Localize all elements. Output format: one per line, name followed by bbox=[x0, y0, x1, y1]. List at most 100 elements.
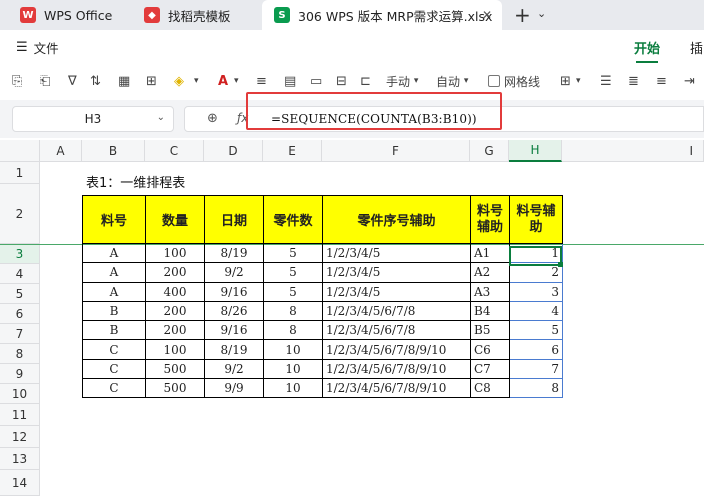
sort-icon[interactable]: ⇅ bbox=[90, 72, 101, 90]
spreadsheet-grid[interactable]: A B C D E F G H I 1 2 3 4 5 6 7 8 9 10 1… bbox=[0, 140, 704, 496]
filter-icon[interactable]: ∇ bbox=[68, 72, 77, 90]
table-cell[interactable]: 8 bbox=[263, 300, 323, 322]
row-header-11[interactable]: 11 bbox=[0, 404, 40, 426]
table-cell[interactable]: C bbox=[82, 339, 146, 360]
table-cell[interactable]: 10 bbox=[263, 339, 323, 360]
wrap-text-icon[interactable]: ≡ bbox=[256, 72, 267, 90]
table-cell[interactable]: A bbox=[82, 281, 146, 302]
tab-insert[interactable]: 插 bbox=[690, 38, 703, 57]
table-cell[interactable]: 5 bbox=[509, 320, 563, 341]
table-cell[interactable]: C bbox=[82, 358, 146, 380]
align-center-icon[interactable]: ≣ bbox=[628, 72, 639, 90]
table-cell[interactable]: 500 bbox=[145, 378, 205, 399]
name-box[interactable]: H3 ⌄ bbox=[12, 106, 174, 132]
auto-button[interactable]: 自动 ▾ bbox=[436, 72, 468, 90]
table-cell[interactable]: 1/2/3/4/5/6/7/8 bbox=[322, 300, 471, 322]
header-cell[interactable]: 料号 bbox=[82, 195, 146, 244]
close-icon[interactable]: ✕ bbox=[482, 8, 492, 22]
table-style-icon[interactable]: ⊞ bbox=[560, 72, 571, 90]
table-cell[interactable]: 100 bbox=[145, 242, 205, 264]
header-cell[interactable]: 料号辅助 bbox=[470, 195, 510, 244]
font-color-icon[interactable]: A bbox=[218, 72, 228, 90]
manual-button[interactable]: 手动 ▾ bbox=[386, 72, 418, 90]
table-cell[interactable]: A1 bbox=[470, 242, 510, 264]
header-cell[interactable]: 零件数 bbox=[263, 195, 323, 244]
table-cell[interactable]: 8/19 bbox=[204, 339, 264, 360]
table-cell[interactable]: A2 bbox=[470, 262, 510, 283]
row-header-7[interactable]: 7 bbox=[0, 324, 40, 344]
zoom-search-icon[interactable]: ⊕ bbox=[207, 111, 218, 126]
table-cell[interactable]: 200 bbox=[145, 320, 205, 341]
column-header-b[interactable]: B bbox=[82, 140, 145, 162]
column-header-i[interactable]: I bbox=[562, 140, 704, 162]
table-cell[interactable]: 8/19 bbox=[204, 242, 264, 264]
new-tab-plus-icon[interactable]: + bbox=[514, 3, 531, 27]
column-header-d[interactable]: D bbox=[204, 140, 263, 162]
table-cell[interactable]: B bbox=[82, 300, 146, 322]
row-header-8[interactable]: 8 bbox=[0, 344, 40, 364]
borders-icon[interactable]: ⊞ bbox=[146, 72, 157, 90]
tab-wps-office[interactable]: W WPS Office bbox=[8, 0, 126, 30]
table-cell[interactable]: 200 bbox=[145, 300, 205, 322]
tab-spreadsheet[interactable]: S 306 WPS 版本 MRP需求运算.xlsx ✕ bbox=[262, 0, 502, 30]
header-cell[interactable]: 数量 bbox=[145, 195, 205, 244]
table-cell[interactable]: 1/2/3/4/5/6/7/8/9/10 bbox=[322, 378, 471, 399]
paste-special-icon[interactable]: ⎗ bbox=[40, 72, 50, 90]
table-cell[interactable]: 1 bbox=[509, 242, 563, 264]
align-icon[interactable]: ☰ bbox=[600, 72, 612, 90]
row-header-9[interactable]: 9 bbox=[0, 364, 40, 384]
row-header-14[interactable]: 14 bbox=[0, 470, 40, 496]
tab-docer[interactable]: ◆ 找稻壳模板 bbox=[132, 0, 258, 30]
gridlines-checkbox[interactable] bbox=[488, 75, 500, 87]
row-header-5[interactable]: 5 bbox=[0, 284, 40, 304]
row-header-10[interactable]: 10 bbox=[0, 384, 40, 404]
table-cell[interactable]: B4 bbox=[470, 300, 510, 322]
gridlines-toggle[interactable]: 网格线 bbox=[488, 72, 540, 90]
column-header-c[interactable]: C bbox=[145, 140, 204, 162]
table-cell[interactable]: 100 bbox=[145, 339, 205, 360]
table-cell[interactable]: C8 bbox=[470, 378, 510, 399]
table-cell[interactable]: 1/2/3/4/5/6/7/8/9/10 bbox=[322, 358, 471, 380]
row-header-13[interactable]: 13 bbox=[0, 448, 40, 470]
fill-color-icon[interactable]: ◈ bbox=[174, 72, 184, 90]
column-header-h[interactable]: H bbox=[509, 140, 562, 162]
column-header-e[interactable]: E bbox=[263, 140, 322, 162]
row-col-icon[interactable]: ⊟ bbox=[336, 72, 347, 90]
table-cell[interactable]: 400 bbox=[145, 281, 205, 302]
table-cell[interactable]: 5 bbox=[263, 262, 323, 283]
table-cell[interactable]: 2 bbox=[509, 262, 563, 283]
format-painter-icon[interactable]: ⎘ bbox=[12, 72, 22, 90]
chevron-down-icon[interactable]: ⌄ bbox=[157, 112, 165, 123]
align-right-icon[interactable]: ≡ bbox=[656, 72, 667, 90]
table-cell[interactable]: 1/2/3/4/5 bbox=[322, 281, 471, 302]
row-header-3[interactable]: 3 bbox=[0, 244, 40, 264]
table-cell[interactable]: 8 bbox=[509, 378, 563, 399]
table-cell[interactable]: 5 bbox=[263, 281, 323, 302]
table-cell[interactable]: C bbox=[82, 378, 146, 399]
table-cell[interactable]: 500 bbox=[145, 358, 205, 380]
table-cell[interactable]: 4 bbox=[509, 300, 563, 322]
chevron-down-icon[interactable]: ▾ bbox=[576, 72, 581, 90]
table-cell[interactable]: A bbox=[82, 262, 146, 283]
insert-cells-icon[interactable]: ⊏ bbox=[360, 72, 371, 90]
table-cell[interactable]: 9/9 bbox=[204, 378, 264, 399]
table-cell[interactable]: C6 bbox=[470, 339, 510, 360]
file-menu-button[interactable]: ☰ 文件 bbox=[10, 36, 65, 58]
select-all-corner[interactable] bbox=[0, 140, 40, 162]
table-cell[interactable]: 3 bbox=[509, 281, 563, 302]
table-cell[interactable]: 8 bbox=[263, 320, 323, 341]
table-cell[interactable]: 7 bbox=[509, 358, 563, 380]
table-cell[interactable]: 1/2/3/4/5/6/7/8/9/10 bbox=[322, 339, 471, 360]
table-cell[interactable]: 10 bbox=[263, 358, 323, 380]
table-cell[interactable]: 1/2/3/4/5 bbox=[322, 262, 471, 283]
header-cell[interactable]: 零件序号辅助 bbox=[322, 195, 471, 244]
column-header-a[interactable]: A bbox=[40, 140, 82, 162]
indent-icon[interactable]: ⇥ bbox=[684, 72, 695, 90]
table-cell[interactable]: 8/26 bbox=[204, 300, 264, 322]
table-cell[interactable]: 10 bbox=[263, 378, 323, 399]
tab-start[interactable]: 开始 bbox=[634, 38, 660, 63]
comment-icon[interactable]: ▭ bbox=[310, 72, 322, 90]
chevron-down-icon[interactable]: ⌄ bbox=[537, 7, 546, 20]
table-cell[interactable]: 200 bbox=[145, 262, 205, 283]
table-cell[interactable]: 9/16 bbox=[204, 320, 264, 341]
